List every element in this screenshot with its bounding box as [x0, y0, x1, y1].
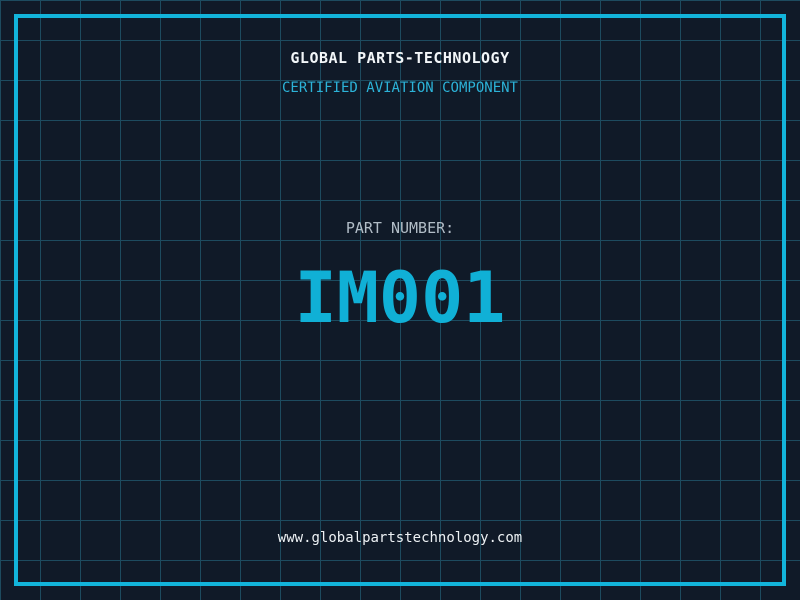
part-label-page: GLOBAL PARTS-TECHNOLOGY CERTIFIED AVIATI… — [0, 0, 800, 600]
website-url: www.globalpartstechnology.com — [277, 530, 523, 546]
certification-subtitle: CERTIFIED AVIATION COMPONENT — [281, 80, 518, 96]
company-name-title: GLOBAL PARTS-TECHNOLOGY — [290, 49, 510, 67]
part-number-label: PART NUMBER: — [345, 219, 455, 237]
part-number-value: IM001 — [294, 257, 506, 339]
